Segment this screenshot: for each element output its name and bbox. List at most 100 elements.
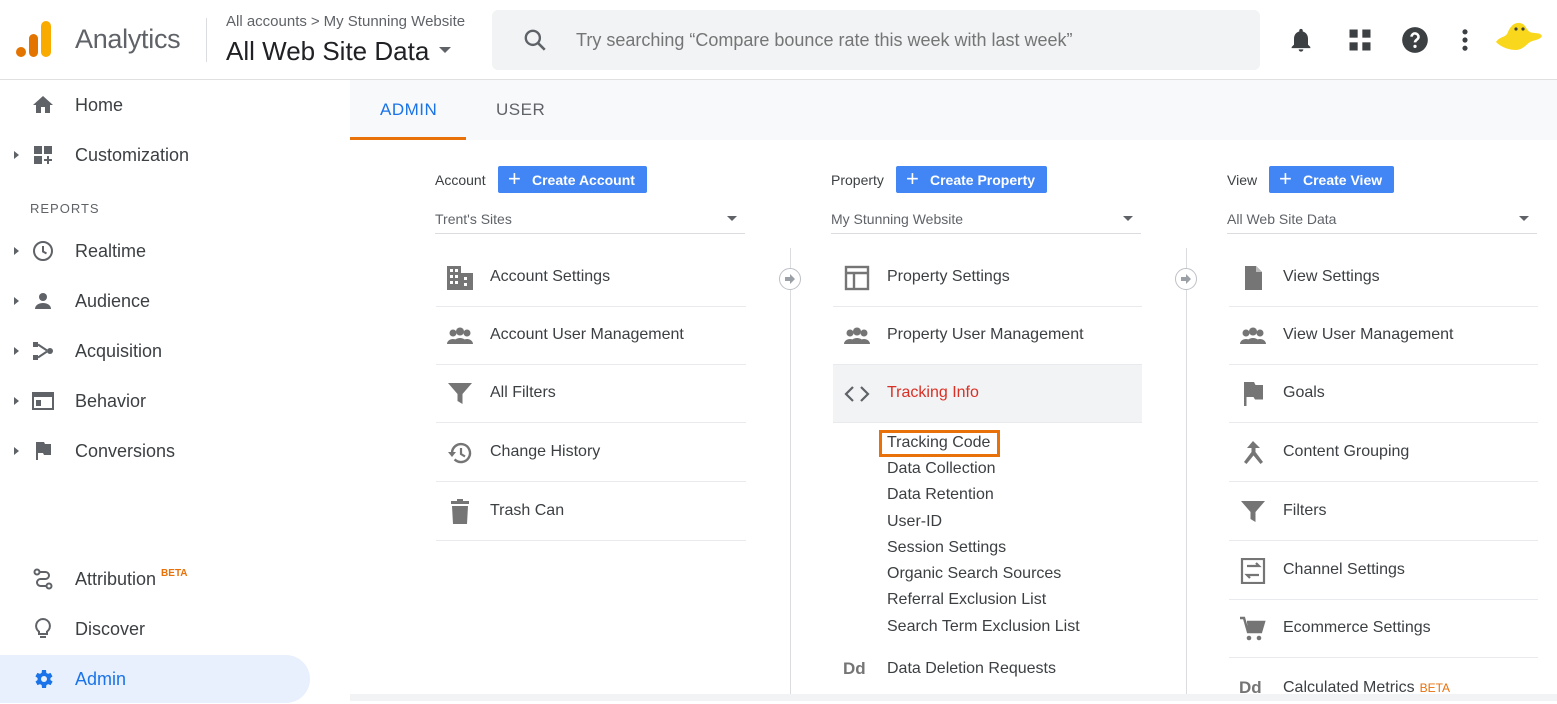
sidebar-item-admin[interactable]: Admin bbox=[0, 655, 310, 703]
session-settings-link[interactable]: Session Settings bbox=[887, 539, 1006, 557]
attribution-icon bbox=[33, 568, 53, 590]
data-collection-link[interactable]: Data Collection bbox=[887, 460, 996, 478]
sidebar-item-label: Conversions bbox=[75, 441, 176, 461]
admin-tabs-bar: ADMIN USER bbox=[350, 80, 1557, 140]
apps-grid-icon[interactable] bbox=[1346, 26, 1374, 54]
create-view-button[interactable]: + Create View bbox=[1269, 166, 1395, 193]
view-user-management-row[interactable]: View User Management bbox=[1229, 307, 1538, 365]
sidebar-item-realtime[interactable]: Realtime bbox=[0, 229, 350, 273]
search-term-exclusion-list-link[interactable]: Search Term Exclusion List bbox=[887, 618, 1080, 636]
sidebar-item-label: Home bbox=[75, 95, 124, 115]
ecommerce-settings-row[interactable]: Ecommerce Settings bbox=[1229, 600, 1538, 658]
referral-exclusion-list-link[interactable]: Referral Exclusion List bbox=[887, 591, 1046, 609]
sidebar-item-customization[interactable]: Customization bbox=[0, 133, 350, 177]
notifications-bell-icon[interactable] bbox=[1287, 26, 1315, 54]
caret-down-icon bbox=[1519, 216, 1529, 221]
account-label: Account bbox=[435, 172, 486, 188]
chevron-right-icon: > bbox=[310, 13, 320, 30]
dashboard-customize-icon bbox=[34, 146, 52, 164]
breadcrumb-property[interactable]: My Stunning Website bbox=[324, 13, 465, 30]
create-view-label: Create View bbox=[1303, 171, 1383, 188]
sidebar-item-label: Audience bbox=[75, 291, 151, 311]
caret-down-icon bbox=[727, 216, 737, 221]
top-bar: Analytics All accounts > My Stunning Websi… bbox=[0, 0, 1557, 80]
document-icon bbox=[1245, 266, 1262, 290]
header-divider bbox=[206, 18, 207, 62]
sidebar-item-home[interactable]: Home bbox=[0, 83, 350, 127]
all-filters-row[interactable]: All Filters bbox=[436, 365, 746, 423]
breadcrumb-root[interactable]: All accounts bbox=[226, 13, 307, 30]
change-history-row[interactable]: Change History bbox=[436, 424, 746, 482]
data-deletion-requests-label: Data Deletion Requests bbox=[887, 660, 1056, 677]
plus-icon: + bbox=[906, 166, 919, 191]
search-bar[interactable] bbox=[492, 10, 1260, 70]
create-account-label: Create Account bbox=[532, 171, 635, 188]
dd-icon: Dd bbox=[843, 659, 866, 678]
view-settings-row[interactable]: View Settings bbox=[1229, 249, 1538, 307]
column-divider bbox=[1186, 248, 1187, 694]
property-settings-row[interactable]: Property Settings bbox=[833, 249, 1142, 307]
trash-can-label: Trash Can bbox=[490, 502, 565, 519]
filters-row[interactable]: Filters bbox=[1229, 483, 1538, 541]
property-label: Property bbox=[831, 172, 884, 188]
gear-icon bbox=[35, 670, 53, 688]
beta-badge: BETA bbox=[161, 568, 188, 579]
sidebar-item-audience[interactable]: Audience bbox=[0, 279, 350, 323]
create-property-button[interactable]: + Create Property bbox=[896, 166, 1048, 193]
web-layout-icon bbox=[844, 265, 870, 291]
active-tab-underline bbox=[350, 137, 466, 140]
expand-arrow-icon bbox=[14, 397, 19, 405]
bottom-scroll-strip bbox=[350, 694, 1557, 701]
flag-icon bbox=[1244, 382, 1263, 406]
property-selector[interactable]: My Stunning Website bbox=[831, 204, 1141, 234]
channel-settings-row[interactable]: Channel Settings bbox=[1229, 542, 1538, 600]
sidebar-item-label: Behavior bbox=[75, 391, 147, 411]
trash-can-row[interactable]: Trash Can bbox=[436, 483, 746, 541]
calculated-metrics-row[interactable]: Dd Calculated Metrics BETA bbox=[1229, 660, 1538, 697]
tab-user[interactable]: USER bbox=[496, 100, 545, 120]
channel-settings-label: Channel Settings bbox=[1283, 561, 1405, 578]
sidebar-item-label: Realtime bbox=[75, 241, 147, 261]
more-vert-icon[interactable] bbox=[1451, 26, 1479, 54]
account-selector-value: Trent's Sites bbox=[435, 211, 512, 227]
breadcrumb[interactable]: All accounts > My Stunning Website bbox=[226, 13, 465, 30]
property-user-management-row[interactable]: Property User Management bbox=[833, 307, 1142, 365]
data-deletion-requests-row[interactable]: Dd Data Deletion Requests bbox=[833, 641, 1142, 699]
goals-row[interactable]: Goals bbox=[1229, 365, 1538, 423]
user-avatar-icon[interactable] bbox=[1492, 14, 1544, 64]
account-settings-label: Account Settings bbox=[490, 268, 611, 285]
search-input[interactable] bbox=[576, 24, 1236, 56]
sidebar-item-discover[interactable]: Discover bbox=[0, 607, 350, 651]
goals-label: Goals bbox=[1283, 384, 1325, 401]
view-user-management-label: View User Management bbox=[1283, 326, 1454, 343]
account-user-management-row[interactable]: Account User Management bbox=[436, 307, 746, 365]
sidebar-item-behavior[interactable]: Behavior bbox=[0, 379, 350, 423]
content-grouping-row[interactable]: Content Grouping bbox=[1229, 424, 1538, 482]
expand-arrow-icon bbox=[14, 347, 19, 355]
reports-section-heading: REPORTS bbox=[30, 201, 100, 216]
sidebar-item-conversions[interactable]: Conversions bbox=[0, 429, 350, 473]
account-settings-row[interactable]: Account Settings bbox=[436, 249, 746, 307]
sidebar-item-acquisition[interactable]: Acquisition bbox=[0, 329, 350, 373]
column-divider bbox=[790, 248, 791, 694]
create-account-button[interactable]: + Create Account bbox=[498, 166, 647, 193]
view-selector[interactable]: All Web Site Data bbox=[226, 36, 452, 67]
expand-arrow-icon bbox=[14, 297, 19, 305]
help-icon[interactable] bbox=[1401, 26, 1429, 54]
tracking-code-link[interactable]: Tracking Code bbox=[887, 434, 990, 452]
analytics-logo-icon[interactable] bbox=[16, 20, 52, 58]
view-selector-dropdown[interactable]: All Web Site Data bbox=[1227, 204, 1537, 234]
home-icon bbox=[33, 96, 53, 113]
sidebar-item-label: Discover bbox=[75, 619, 146, 639]
all-filters-label: All Filters bbox=[490, 384, 556, 401]
tracking-info-row[interactable]: Tracking Info bbox=[833, 365, 1142, 423]
organic-search-sources-link[interactable]: Organic Search Sources bbox=[887, 565, 1061, 583]
flag-icon bbox=[36, 442, 51, 460]
ecommerce-settings-label: Ecommerce Settings bbox=[1283, 619, 1431, 636]
tab-admin[interactable]: ADMIN bbox=[380, 100, 437, 120]
filters-label: Filters bbox=[1283, 502, 1327, 519]
account-selector[interactable]: Trent's Sites bbox=[435, 204, 745, 234]
user-id-link[interactable]: User-ID bbox=[887, 513, 942, 531]
sidebar-item-attribution[interactable]: Attribution BETA bbox=[0, 557, 350, 601]
data-retention-link[interactable]: Data Retention bbox=[887, 486, 994, 504]
